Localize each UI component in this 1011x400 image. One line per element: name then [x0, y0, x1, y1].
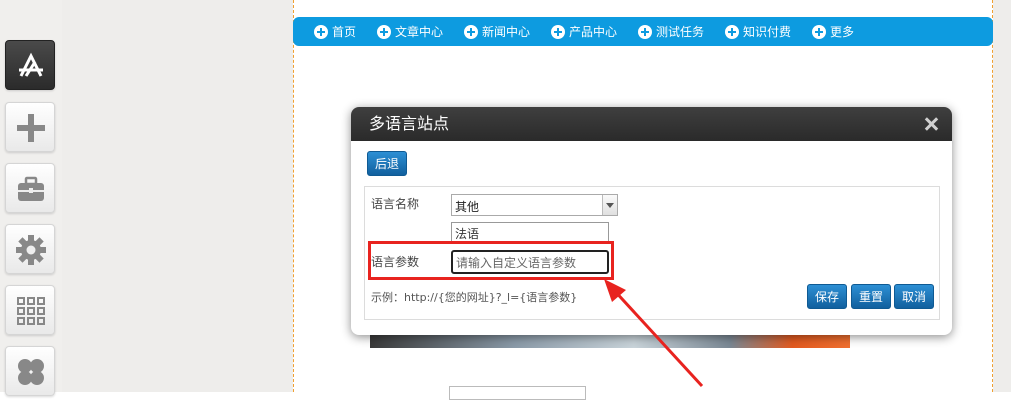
annotation-arrow [604, 279, 704, 388]
